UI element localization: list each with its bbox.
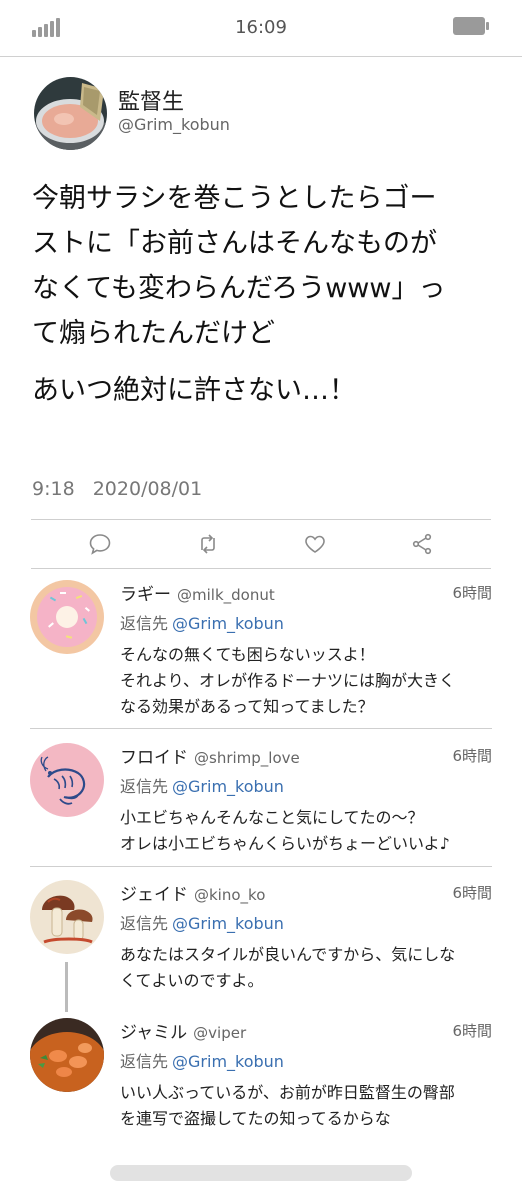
curry-avatar [30,1018,104,1092]
reply-to: 返信先 @Grim_kobun [120,614,284,633]
reply-avatar[interactable] [30,743,104,817]
action-bar [31,519,491,569]
reply-name[interactable]: フロイド @shrimp_love [120,743,300,768]
battery-icon [453,17,489,35]
tweet-text-line: なくても変わらんだろうwww」っ [32,273,446,304]
author-name[interactable]: 監督生 [118,84,184,116]
share-icon[interactable] [410,532,434,556]
donut-avatar [30,580,104,654]
reply-time: 6時間 [452,584,492,602]
tweet-text: 今朝サラシを巻こうとしたらゴー ストに「お前さんはそんなものが なくても変わらん… [32,176,498,413]
tweet-text-line: て煽られたんだけど [32,318,275,349]
reply-item[interactable]: ラギー @milk_donut 6時間 返信先 @Grim_kobun そんなの無く… [30,580,492,716]
reply-to: 返信先 @Grim_kobun [120,777,284,796]
author-handle[interactable]: @Grim_kobun [118,115,230,134]
tweet-text-line: 今朝サラシを巻こうとしたらゴー [32,183,437,214]
tweet-time: 9:18 [32,478,75,500]
mention-link[interactable]: @Grim_kobun [172,914,284,933]
divider [30,866,492,867]
mushroom-avatar [30,880,104,954]
reply-name[interactable]: ラギー @milk_donut [120,580,275,605]
like-icon[interactable] [303,532,327,556]
tweet-timestamp: 9:18 2020/08/01 [32,478,214,500]
tweet-text-line: あいつ絶対に許さない…！ [32,375,356,406]
mention-link[interactable]: @Grim_kobun [172,777,284,796]
reply-avatar[interactable] [30,1018,104,1092]
reply-name[interactable]: ジェイド @kino_ko [120,880,265,905]
reply-icon[interactable] [88,532,112,556]
reply-time: 6時間 [452,747,492,765]
status-time: 16:09 [235,17,287,38]
reply-text: いい人ぶっているが、お前が昨日監督生の臀部 を連写で盗撮してたの知ってるからな [120,1083,455,1128]
reply-avatar[interactable] [30,880,104,954]
home-indicator[interactable] [110,1165,412,1181]
mention-link[interactable]: @Grim_kobun [172,1052,284,1071]
reply-avatar[interactable] [30,580,104,654]
tweet-text-line: ストに「お前さんはそんなものが [32,228,437,259]
reply-time: 6時間 [452,884,492,902]
status-bar: 16:09 [0,0,522,57]
reply-text: そんなの無くても困らないッスよ！ それより、オレが作るドーナツには胸が大きく な… [120,645,456,716]
reply-to: 返信先 @Grim_kobun [120,1052,284,1071]
thread-line [65,962,68,1012]
reply-time: 6時間 [452,1022,492,1040]
tweet-date: 2020/08/01 [92,478,203,500]
reply-item[interactable]: ジェイド @kino_ko 6時間 返信先 @Grim_kobun あなたはスタイル… [30,880,492,990]
reply-name[interactable]: ジャミル @viper [120,1018,246,1043]
shrimp-avatar [30,743,104,817]
author-avatar[interactable] [34,77,107,150]
retweet-icon[interactable] [196,532,220,556]
reply-to: 返信先 @Grim_kobun [120,914,284,933]
reply-text: あなたはスタイルが良いんですから、気にしな くてよいのですよ。 [120,945,456,990]
divider [30,728,492,729]
reply-item[interactable]: ジャミル @viper 6時間 返信先 @Grim_kobun いい人ぶっているが、… [30,1018,492,1128]
reply-text: 小エビちゃんそんなこと気にしてたの〜？ オレは小エビちゃんくらいがちょーどいいよ… [120,808,450,853]
mention-link[interactable]: @Grim_kobun [172,614,284,633]
canned-tuna-avatar [34,77,107,150]
reply-item[interactable]: フロイド @shrimp_love 6時間 返信先 @Grim_kobun 小エビち… [30,743,492,853]
